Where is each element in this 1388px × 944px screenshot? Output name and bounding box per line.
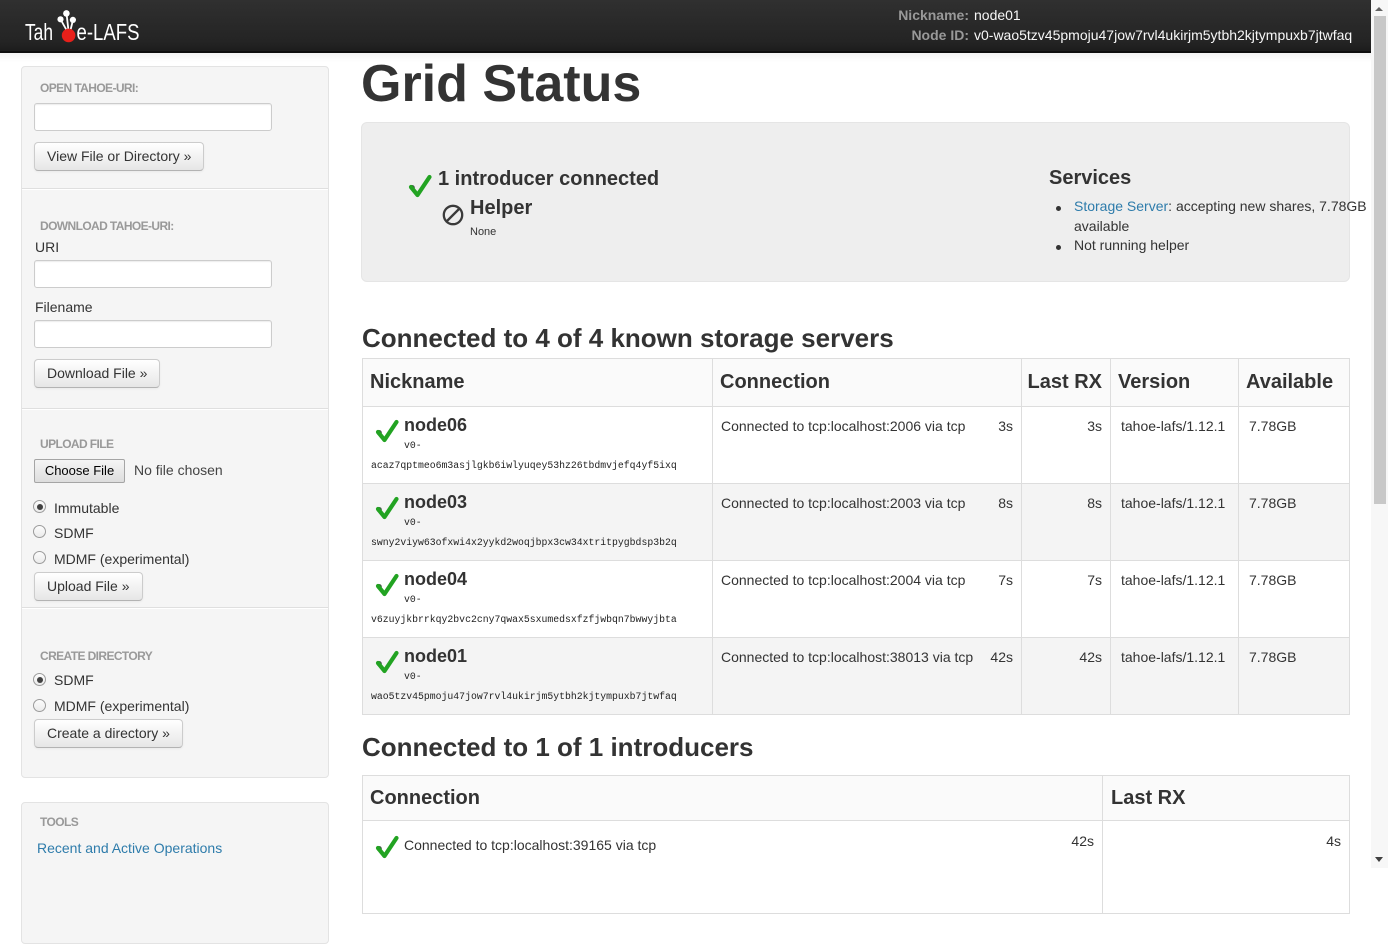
svg-text:Tah: Tah	[25, 19, 53, 45]
svg-text:e-LAFS: e-LAFS	[77, 19, 140, 45]
